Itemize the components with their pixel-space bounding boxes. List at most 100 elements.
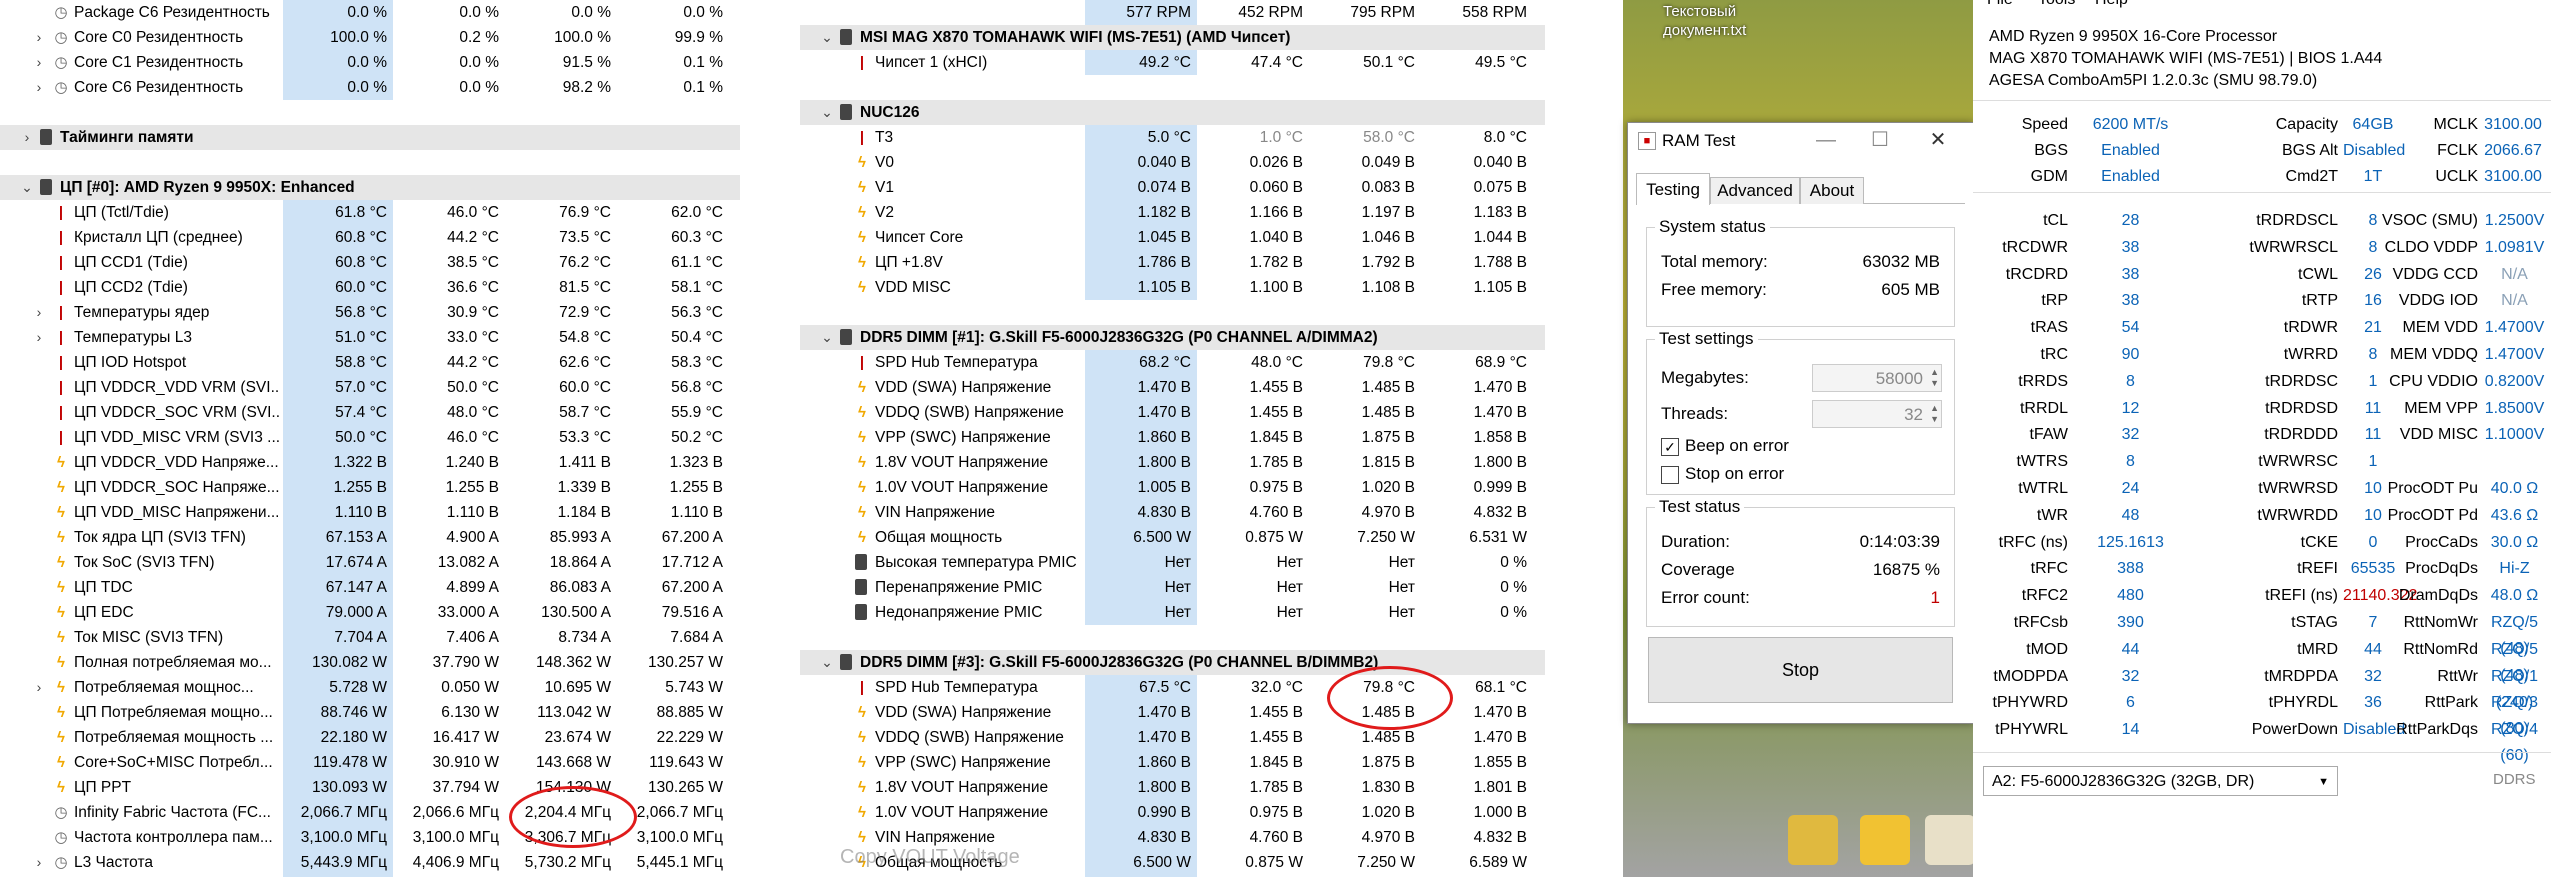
sensor-label: Потребляемая мощность ... xyxy=(74,729,274,746)
sensor-row[interactable]: | Кристалл ЦП (среднее) 60.8 °C 44.2 °C 73.5… xyxy=(0,225,740,250)
sensor-row[interactable]: Высокая температура PMIC Нет Нет Нет 0 % xyxy=(800,550,1545,575)
group-header[interactable]: › Тайминги памяти xyxy=(0,125,740,150)
chevron-right-icon[interactable]: › xyxy=(32,303,46,321)
dimm-select[interactable]: A2: F5-6000J2836G32G (32GB, DR) ▼ xyxy=(1983,766,2338,796)
sensor-row[interactable]: ϟ ЦП VDDCR_VDD Напряже... 1.322 В 1.240 В 1.… xyxy=(0,450,740,475)
stepper-arrows-icon[interactable]: ▲ ▼ xyxy=(1930,403,1939,425)
sensor-row[interactable]: ϟ VPP (SWC) Напряжение 1.860 В 1.845 В 1.875… xyxy=(800,750,1545,775)
thermometer-icon: | xyxy=(58,304,64,321)
sensor-row[interactable]: ϟ ЦП VDD_MISC Напряжени... 1.110 В 1.110 В 1… xyxy=(0,500,740,525)
sensor-row[interactable]: ϟ V0 0.040 В 0.026 В 0.049 В 0.040 В xyxy=(800,150,1545,175)
sensor-row[interactable]: ϟ ЦП TDC 67.147 A 4.899 A 86.083 A 67.200 A xyxy=(0,575,740,600)
sensor-row[interactable]: ϟ Core+SoC+MISC Потребл... 119.478 W 30.910… xyxy=(0,750,740,775)
sensor-row[interactable]: ϟ ЦП +1.8V 1.786 В 1.782 В 1.792 В 1.788 В xyxy=(800,250,1545,275)
folder-icon[interactable] xyxy=(1788,815,1838,865)
sensor-row[interactable]: ϟ Потребляемая мощность ... 22.180 W 16.417… xyxy=(0,725,740,750)
sensor-row[interactable]: ϟ ЦП VDDCR_SOC Напряже... 1.255 В 1.255 В 1.… xyxy=(0,475,740,500)
app-icon[interactable] xyxy=(1860,815,1910,865)
sensor-row[interactable]: ϟ ЦП EDC 79.000 A 33.000 A 130.500 A 79.516 A xyxy=(0,600,740,625)
chevron-right-icon[interactable]: › xyxy=(20,128,34,146)
ramtest-window[interactable]: ■ RAM Test — ☐ ✕ Testing Advanced About … xyxy=(1627,122,1974,724)
maximize-icon[interactable]: ☐ xyxy=(1860,127,1900,153)
sensor-row[interactable]: ◷ Package C6 Резидентность 0.0 % 0.0 % 0.0 %… xyxy=(0,0,740,25)
group-header[interactable]: ⌄ ЦП [#0]: AMD Ryzen 9 9950X: Enhanced xyxy=(0,175,740,200)
sensor-row[interactable]: ϟ Полная потребляемая мо... 130.082 W 37.79… xyxy=(0,650,740,675)
ramtest-titlebar[interactable]: ■ RAM Test — ☐ ✕ xyxy=(1628,123,1973,159)
sensor-row[interactable]: ϟ Ток ядра ЦП (SVI3 TFN) 67.153 A 4.900 A 85… xyxy=(0,525,740,550)
sensor-row[interactable]: ϟ 1.0V VOUT Напряжение 1.005 В 0.975 В 1.020… xyxy=(800,475,1545,500)
sensor-row[interactable]: ϟ 1.8V VOUT Напряжение 1.800 В 1.785 В 1.815… xyxy=(800,450,1545,475)
sensor-row[interactable]: | ЦП IOD Hotspot 58.8 °C 44.2 °C 62.6 °C 58.3… xyxy=(0,350,740,375)
sensor-row[interactable]: ϟ Ток MISC (SVI3 TFN) 7.704 A 7.406 A 8.734 … xyxy=(0,625,740,650)
sensor-row[interactable]: ϟ VDDQ (SWB) Напряжение 1.470 В 1.455 В 1.48… xyxy=(800,725,1545,750)
sensor-row[interactable]: › | Температуры ядер 56.8 °C 30.9 °C 72.9 °C 5… xyxy=(0,300,740,325)
sensor-row[interactable]: ϟ V2 1.182 В 1.166 В 1.197 В 1.183 В xyxy=(800,200,1545,225)
group-header[interactable]: ⌄ NUC126 xyxy=(800,100,1545,125)
sensor-row[interactable]: ϟ VDD MISC 1.105 В 1.100 В 1.108 В 1.105 В xyxy=(800,275,1545,300)
sensor-row[interactable]: ϟ 1.0V VOUT Напряжение 0.990 В 0.975 В 1.020… xyxy=(800,800,1545,825)
sensor-row[interactable]: ϟ 1.8V VOUT Напряжение 1.800 В 1.785 В 1.830… xyxy=(800,775,1545,800)
chevron-down-icon[interactable]: ▼ xyxy=(2318,767,2329,797)
sensor-row[interactable]: | ЦП (Tctl/Tdie) 61.8 °C 46.0 °C 76.9 °C 62.0… xyxy=(0,200,740,225)
lightning-icon: ϟ xyxy=(858,754,866,771)
chevron-down-icon[interactable]: ⌄ xyxy=(820,328,834,346)
sensor-row[interactable]: | Чипсет 1 (xHCI) 49.2 °C 47.4 °C 50.1 °C 49.… xyxy=(800,50,1545,75)
desktop-file-label[interactable]: Текстовый документ.txt xyxy=(1663,2,1746,40)
chevron-right-icon[interactable]: › xyxy=(32,678,46,696)
sensor-row[interactable]: | ЦП VDDCR_VDD VRM (SVI... 57.0 °C 50.0 °C 6… xyxy=(0,375,740,400)
sensor-row[interactable]: › ◷ Core C0 Резидентность 100.0 % 0.2 % 100.0… xyxy=(0,25,740,50)
sensor-row[interactable]: | SPD Hub Температура 68.2 °C 48.0 °C 79.8 °… xyxy=(800,350,1545,375)
chevron-down-icon[interactable]: ⌄ xyxy=(20,178,34,196)
sensor-row[interactable]: ϟ Ток SoC (SVI3 TFN) 17.674 A 13.082 A 18.86… xyxy=(0,550,740,575)
sensor-row[interactable]: ϟ Общая мощность 6.500 W 0.875 W 7.250 W 6.53… xyxy=(800,525,1545,550)
sensor-row[interactable]: | ЦП VDD_MISC VRM (SVI3 ... 50.0 °C 46.0 °C… xyxy=(0,425,740,450)
megabytes-stepper[interactable]: 58000 ▲ ▼ xyxy=(1812,364,1942,392)
sensor-row[interactable]: › ◷ Core C6 Резидентность 0.0 % 0.0 % 98.2 % 0… xyxy=(0,75,740,100)
chevron-down-icon[interactable]: ⌄ xyxy=(820,103,834,121)
group-header[interactable]: ⌄ MSI MAG X870 TOMAHAWK WIFI (MS-7E51) (A… xyxy=(800,25,1545,50)
sensor-row[interactable]: ϟ VDDQ (SWB) Напряжение 1.470 В 1.455 В 1.48… xyxy=(800,400,1545,425)
sensor-row[interactable]: | ЦП CCD1 (Tdie) 60.8 °C 38.5 °C 76.2 °C 61.1… xyxy=(0,250,740,275)
chevron-right-icon[interactable]: › xyxy=(32,328,46,346)
threads-stepper[interactable]: 32 ▲ ▼ xyxy=(1812,400,1942,428)
group-header[interactable]: ⌄ DDR5 DIMM [#3]: G.Skill F5-6000J2836G32… xyxy=(800,650,1545,675)
stop-button[interactable]: Stop xyxy=(1648,637,1953,703)
tab-advanced[interactable]: Advanced xyxy=(1710,177,1800,204)
menu-tools[interactable]: Tools xyxy=(2038,0,2075,9)
sensor-row[interactable]: | T3 5.0 °C 1.0 °C 58.0 °C 8.0 °C xyxy=(800,125,1545,150)
chevron-down-icon[interactable]: ⌄ xyxy=(820,28,834,46)
sensor-row[interactable]: | ЦП CCD2 (Tdie) 60.0 °C 36.6 °C 81.5 °C 58.1… xyxy=(0,275,740,300)
menu-help[interactable]: Help xyxy=(2095,0,2128,9)
checkbox-empty-icon[interactable] xyxy=(1661,466,1679,484)
minimize-icon[interactable]: — xyxy=(1806,127,1846,153)
sensor-row[interactable]: ϟ V1 0.074 В 0.060 В 0.083 В 0.075 В xyxy=(800,175,1545,200)
sensor-row[interactable]: 577 RPM 452 RPM 795 RPM 558 RPM xyxy=(800,0,1545,25)
sensor-row[interactable]: ϟ ЦП PPT 130.093 W 37.794 W 154.130 W 130.265… xyxy=(0,775,740,800)
chevron-right-icon[interactable]: › xyxy=(32,853,46,871)
sensor-row[interactable]: Недонапряжение PMIC Нет Нет Нет 0 % xyxy=(800,600,1545,625)
tab-about[interactable]: About xyxy=(1800,177,1864,204)
sensor-row[interactable]: › ◷ Core C1 Резидентность 0.0 % 0.0 % 91.5 % 0… xyxy=(0,50,740,75)
chevron-down-icon[interactable]: ⌄ xyxy=(820,653,834,671)
zentimings-window[interactable]: File Tools Help AMD Ryzen 9 9950X 16-Cor… xyxy=(1973,0,2551,877)
folder-icon[interactable] xyxy=(1925,815,1973,865)
sensor-row[interactable]: Перенапряжение PMIC Нет Нет Нет 0 % xyxy=(800,575,1545,600)
sensor-row[interactable]: ϟ ЦП Потребляемая мощно... 88.746 W 6.130 W… xyxy=(0,700,740,725)
checkmark-icon[interactable]: ✓ xyxy=(1661,438,1679,456)
sensor-row[interactable]: | ЦП VDDCR_SOC VRM (SVI... 57.4 °C 48.0 °C 5… xyxy=(0,400,740,425)
sensor-row[interactable]: ϟ VDD (SWA) Напряжение 1.470 В 1.455 В 1.485… xyxy=(800,375,1545,400)
sensor-row[interactable]: › ϟ Потребляемая мощнос... 5.728 W 0.050 W 10… xyxy=(0,675,740,700)
sensor-row[interactable]: › | Температуры L3 51.0 °C 33.0 °C 54.8 °C 50.… xyxy=(0,325,740,350)
stepper-arrows-icon[interactable]: ▲ ▼ xyxy=(1930,367,1939,389)
menu-file[interactable]: File xyxy=(1987,0,2013,9)
sensor-row[interactable]: ϟ VIN Напряжение 4.830 В 4.760 В 4.970 В 4.83… xyxy=(800,500,1545,525)
chevron-right-icon[interactable]: › xyxy=(32,28,46,46)
sensor-row[interactable]: › ◷ L3 Частота 5,443.9 МГц 4,406.9 МГц 5,730.… xyxy=(0,850,740,875)
chevron-right-icon[interactable]: › xyxy=(32,78,46,96)
group-header[interactable]: ⌄ DDR5 DIMM [#1]: G.Skill F5-6000J2836G32… xyxy=(800,325,1545,350)
sensor-row[interactable]: ϟ VPP (SWC) Напряжение 1.860 В 1.845 В 1.875… xyxy=(800,425,1545,450)
chevron-right-icon[interactable]: › xyxy=(32,53,46,71)
sensor-row[interactable]: ϟ Чипсет Core 1.045 В 1.040 В 1.046 В 1.044 В xyxy=(800,225,1545,250)
tab-testing[interactable]: Testing xyxy=(1636,173,1710,205)
close-icon[interactable]: ✕ xyxy=(1918,127,1958,153)
